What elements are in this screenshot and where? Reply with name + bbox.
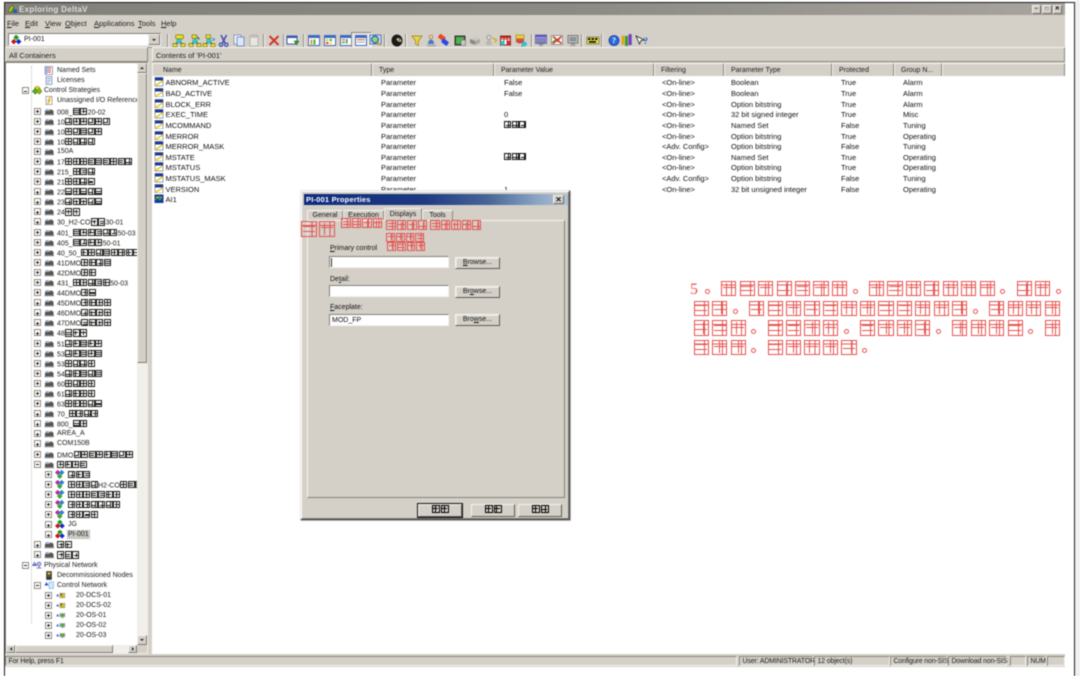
svg-text:?: ? [612, 36, 616, 45]
svg-text:?: ? [644, 36, 649, 46]
